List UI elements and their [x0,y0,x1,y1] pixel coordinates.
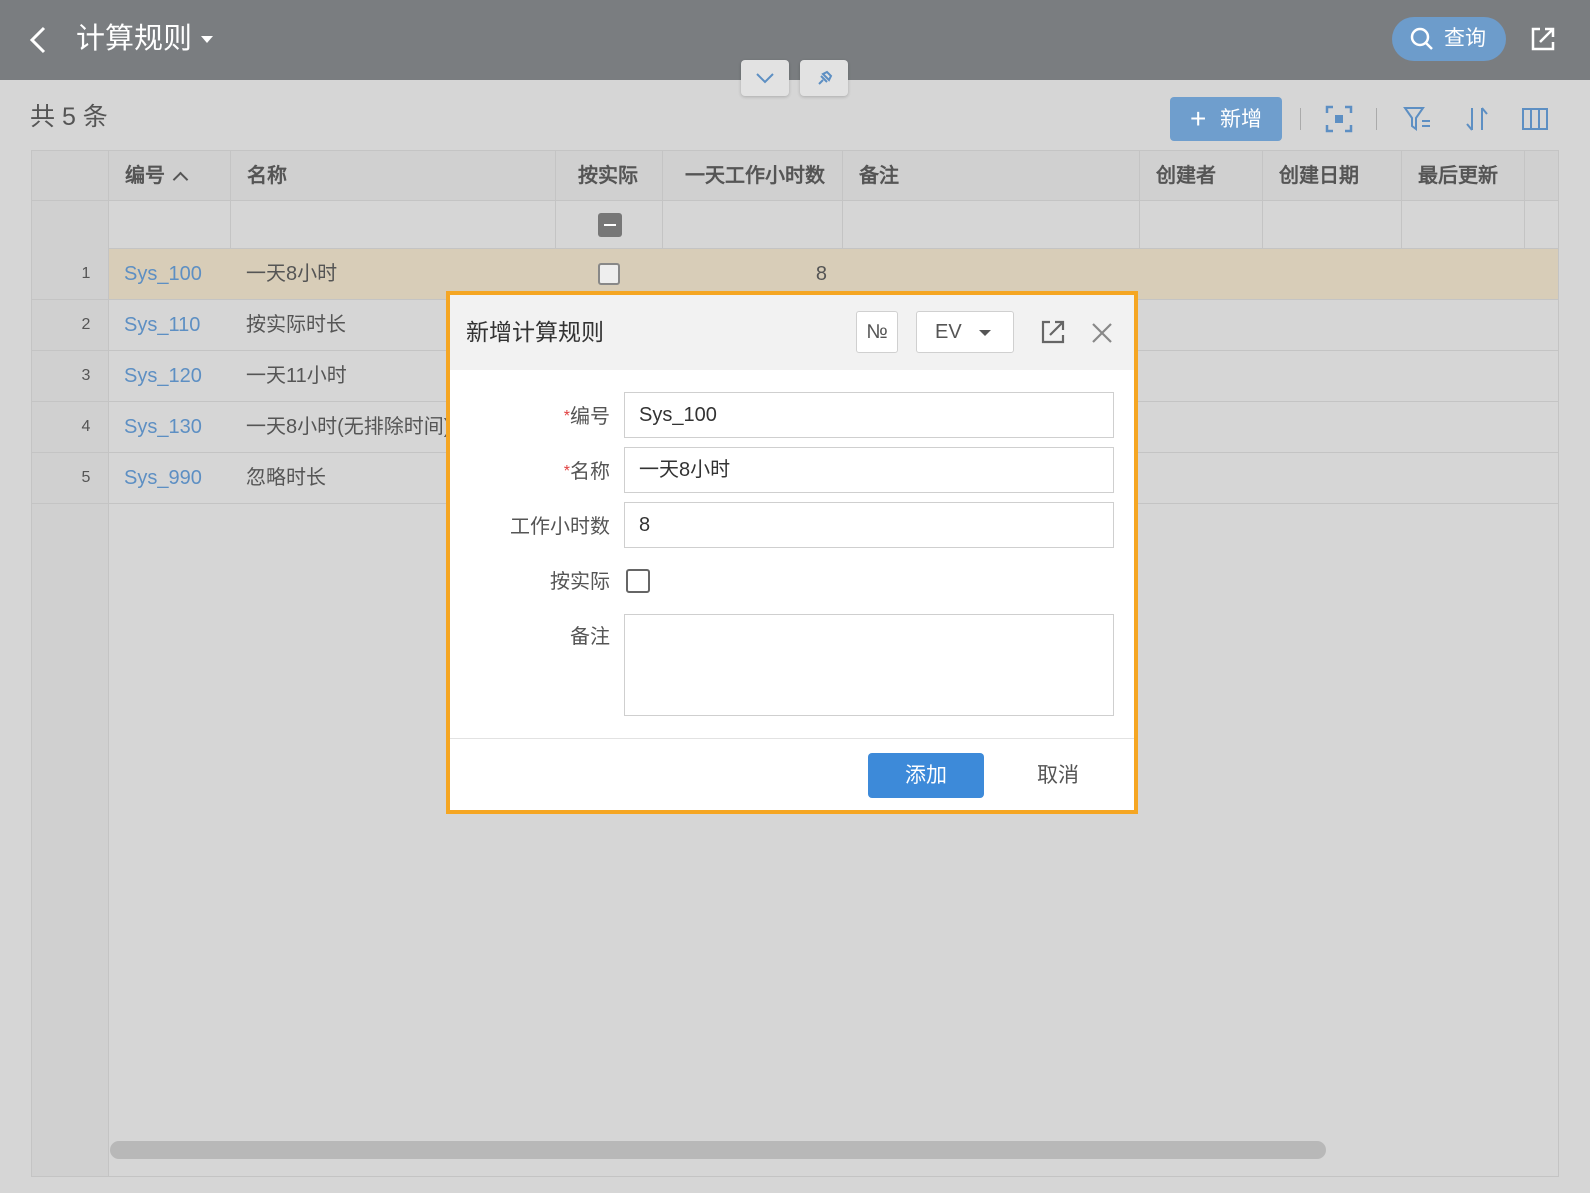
add-rule-dialog: 新增计算规则 № EV *编号 Sys_100 *名称 一天8小时 工作小时数 … [446,291,1138,814]
filter-cell-hours[interactable] [663,201,843,249]
row-name: 一天11小时 [246,365,347,387]
row-code-link[interactable]: Sys_110 [124,300,200,350]
sort-icon[interactable] [1462,104,1492,134]
query-label: 查询 [1444,27,1486,50]
row-number: 1 [32,249,109,299]
chevron-down-icon [756,73,774,84]
query-button[interactable]: 查询 [1392,17,1506,61]
filter-cell-name[interactable] [231,201,556,249]
filter-cell-code[interactable] [109,201,231,249]
row-number: 3 [32,351,109,401]
export-icon[interactable] [1528,24,1558,54]
row-number: 2 [32,300,109,350]
dialog-header: 新增计算规则 № EV [450,295,1134,370]
search-icon [1410,27,1433,50]
collapse-header-button[interactable] [741,60,789,96]
back-arrow-icon[interactable] [26,24,52,56]
horizontal-scrollbar[interactable] [110,1141,1326,1159]
column-header-actual[interactable]: 按实际 [556,151,663,201]
dialog-divider [450,738,1134,739]
row-name: 按实际时长 [246,314,346,336]
filter-row [32,201,1558,249]
filter-cell-creator[interactable] [1140,201,1263,249]
note-field-label: 备注 [570,626,610,648]
filter-cell-created-date[interactable] [1263,201,1402,249]
note-textarea[interactable] [624,614,1114,716]
row-number: 4 [32,402,109,452]
add-confirm-button[interactable]: 添加 [868,753,984,798]
add-button[interactable]: + 新增 [1170,97,1282,141]
column-header-last-updated[interactable]: 最后更新 [1402,151,1525,201]
ev-dropdown[interactable]: EV [916,311,1014,353]
caret-down-icon [979,330,991,336]
column-header-note[interactable]: 备注 [843,151,1140,201]
filter-cell-last-updated[interactable] [1402,201,1525,249]
top-bar: 计算规则 查询 [0,0,1590,80]
row-code-link[interactable]: Sys_120 [124,351,202,401]
row-code-link[interactable]: Sys_100 [124,249,202,299]
row-actual-checkbox[interactable] [598,263,620,285]
row-name: 一天8小时(无排除时间) [246,416,451,438]
header-corner [32,151,109,201]
toolbar-divider [1376,108,1377,130]
title-dropdown-icon[interactable] [201,36,213,43]
filter-cell-actual[interactable] [556,201,663,249]
hours-field[interactable]: 8 [624,502,1114,548]
row-name: 忽略时长 [246,467,326,489]
actual-field-label: 按实际 [550,571,610,593]
plus-icon: + [1190,103,1207,134]
ev-label: EV [935,321,962,343]
column-header-created-date[interactable]: 创建日期 [1263,151,1402,201]
column-header-hours[interactable]: 一天工作小时数 [663,151,843,201]
indeterminate-checkbox-icon[interactable] [598,213,622,237]
name-field-label: *名称 [563,461,610,483]
cancel-button[interactable]: 取消 [1018,753,1098,798]
record-count: 共 5 条 [30,103,108,131]
add-button-label: 新增 [1220,108,1262,131]
filter-cell-note[interactable] [843,201,1140,249]
name-field[interactable]: 一天8小时 [624,447,1114,493]
pin-icon [818,70,833,85]
sort-asc-icon [172,171,189,188]
close-icon[interactable] [1090,321,1114,345]
pin-header-button[interactable] [800,60,848,96]
column-header-creator[interactable]: 创建者 [1140,151,1263,201]
numbering-button[interactable]: № [856,311,898,353]
dialog-title: 新增计算规则 [466,319,604,345]
code-field-label: *编号 [563,406,610,428]
grid-header: 编号 名称 按实际 一天工作小时数 备注 创建者 创建日期 最后更新 [32,151,1558,201]
row-code-link[interactable]: Sys_990 [124,453,202,503]
hours-field-label: 工作小时数 [510,516,610,538]
row-name: 一天8小时 [246,263,338,285]
filter-corner [32,201,109,249]
column-header-name[interactable]: 名称 [231,151,556,201]
columns-icon[interactable] [1520,104,1550,134]
row-number: 5 [32,453,109,503]
code-field[interactable]: Sys_100 [624,392,1114,438]
open-external-icon[interactable] [1038,317,1068,347]
toolbar-divider [1300,108,1301,130]
page-title[interactable]: 计算规则 [76,20,192,58]
column-header-code[interactable]: 编号 [109,151,231,201]
row-code-link[interactable]: Sys_130 [124,402,202,452]
actual-checkbox[interactable] [626,569,650,593]
fit-screen-icon[interactable] [1324,104,1354,134]
filter-icon[interactable] [1402,104,1432,134]
